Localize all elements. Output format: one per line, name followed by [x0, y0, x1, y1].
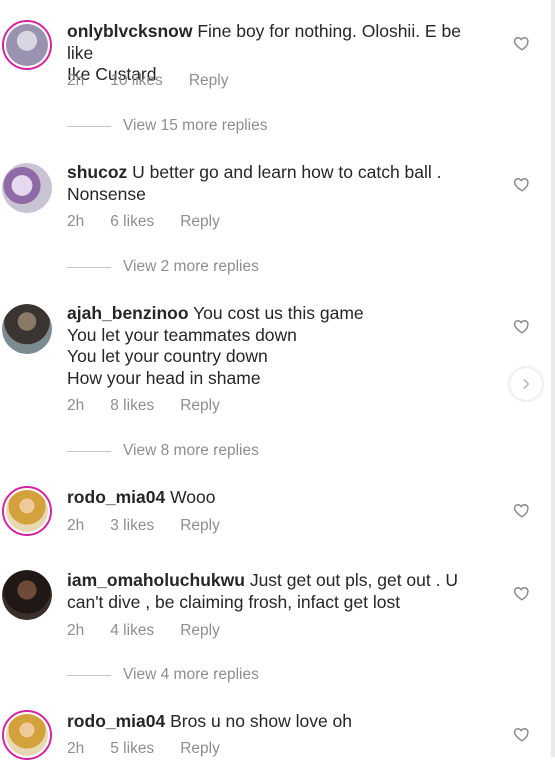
view-replies[interactable]: View 4 more replies — [67, 666, 259, 684]
comment-meta: 2h 5 likes Reply — [67, 740, 246, 758]
comment-body: Wooo — [165, 487, 216, 507]
view-replies[interactable]: View 2 more replies — [67, 258, 259, 276]
heart-icon[interactable] — [513, 501, 531, 519]
avatar[interactable] — [2, 486, 52, 536]
replies-divider — [67, 674, 111, 676]
scrollbar[interactable] — [551, 0, 555, 757]
replies-divider — [67, 266, 111, 268]
comment-text: rodo_mia04 Bros u no show love oh — [67, 711, 487, 733]
view-replies-label[interactable]: View 15 more replies — [123, 117, 267, 135]
comment-text: iam_omaholuchukwu Just get out pls, get … — [67, 570, 487, 613]
heart-icon[interactable] — [513, 317, 531, 335]
comment-time: 2h — [67, 397, 85, 414]
comment-likes[interactable]: 10 likes — [110, 72, 163, 90]
comment-likes[interactable]: 6 likes — [110, 213, 154, 231]
comment-time: 2h — [67, 72, 85, 89]
chevron-right-icon — [523, 379, 530, 389]
comment-likes[interactable]: 8 likes — [110, 397, 154, 415]
avatar[interactable] — [2, 710, 52, 760]
comment-time: 2h — [67, 517, 85, 534]
view-replies[interactable]: View 8 more replies — [67, 442, 259, 460]
reply-button[interactable]: Reply — [180, 213, 220, 231]
view-replies-label[interactable]: View 4 more replies — [123, 666, 259, 684]
reply-button[interactable]: Reply — [180, 397, 220, 415]
heart-icon[interactable] — [513, 175, 531, 193]
comment-username[interactable]: onlyblvcksnow — [67, 21, 192, 41]
comment-text: ajah_benzinoo You cost us this game You … — [67, 303, 487, 389]
comment-username[interactable]: shucoz — [67, 162, 127, 182]
avatar[interactable] — [2, 163, 52, 213]
comment-likes[interactable]: 3 likes — [110, 517, 154, 535]
view-replies-label[interactable]: View 8 more replies — [123, 442, 259, 460]
comment-meta: 2h 8 likes Reply — [67, 397, 246, 415]
replies-divider — [67, 125, 111, 127]
heart-icon[interactable] — [513, 584, 531, 602]
comment-meta: 2h 6 likes Reply — [67, 213, 246, 231]
comment-meta: 2h 3 likes Reply — [67, 517, 246, 535]
heart-icon[interactable] — [513, 725, 531, 743]
comment-meta: 2h 10 likes Reply — [67, 72, 254, 90]
comment-username[interactable]: iam_omaholuchukwu — [67, 570, 245, 590]
next-button[interactable] — [510, 368, 542, 400]
reply-button[interactable]: Reply — [180, 740, 220, 758]
comment-username[interactable]: rodo_mia04 — [67, 711, 165, 731]
view-replies[interactable]: View 15 more replies — [67, 117, 267, 135]
comment-time: 2h — [67, 213, 85, 230]
comment-time: 2h — [67, 622, 85, 639]
avatar[interactable] — [2, 570, 52, 620]
heart-icon[interactable] — [513, 34, 531, 52]
reply-button[interactable]: Reply — [180, 622, 220, 640]
comment-meta: 2h 4 likes Reply — [67, 622, 246, 640]
comment-body: Bros u no show love oh — [165, 711, 353, 731]
view-replies-label[interactable]: View 2 more replies — [123, 258, 259, 276]
comment-likes[interactable]: 4 likes — [110, 622, 154, 640]
avatar[interactable] — [2, 20, 52, 70]
comment-text: shucoz U better go and learn how to catc… — [67, 162, 487, 205]
comment-username[interactable]: rodo_mia04 — [67, 487, 165, 507]
replies-divider — [67, 450, 111, 452]
reply-button[interactable]: Reply — [180, 517, 220, 535]
comment-time: 2h — [67, 740, 85, 757]
comment-username[interactable]: ajah_benzinoo — [67, 303, 189, 323]
comment-likes[interactable]: 5 likes — [110, 740, 154, 758]
reply-button[interactable]: Reply — [189, 72, 229, 90]
comment-text: rodo_mia04 Wooo — [67, 487, 487, 509]
avatar[interactable] — [2, 304, 52, 354]
